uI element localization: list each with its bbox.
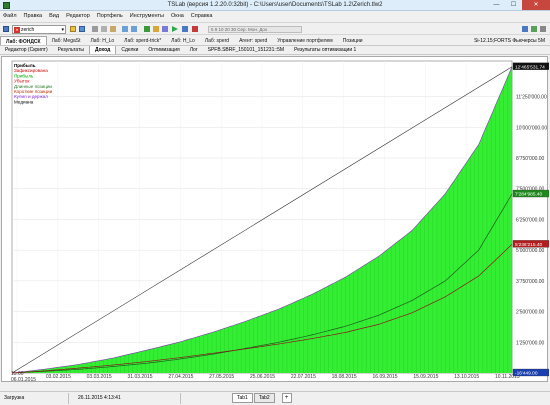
tab-lab-sperd-trick[interactable]: Лаб: sperd-trick* xyxy=(119,36,166,45)
tab-trades[interactable]: Сделки xyxy=(116,46,143,54)
toolbar-right xyxy=(522,26,546,32)
optimize-icon[interactable] xyxy=(162,26,168,32)
script-select-value: zerich xyxy=(21,27,35,33)
script-error-icon: × xyxy=(14,27,20,33)
x-tick-label: 03.03.2015 xyxy=(87,374,112,380)
tab-lab-fondsk[interactable]: Лаб: ФОНДСК xyxy=(0,36,47,45)
status-divider xyxy=(68,393,69,404)
stop-icon[interactable] xyxy=(192,26,198,32)
paste-icon[interactable] xyxy=(110,26,116,32)
copy-icon[interactable] xyxy=(101,26,107,32)
layout-icon[interactable] xyxy=(522,26,528,32)
step-icon[interactable] xyxy=(182,26,188,32)
save-icon[interactable] xyxy=(79,26,85,32)
tab-positions[interactable]: Позиции xyxy=(338,36,368,45)
x-tick-label: 22.07.2015 xyxy=(291,374,316,380)
cut-icon[interactable] xyxy=(92,26,98,32)
tab-lab-megast[interactable]: Лаб: MegaSt xyxy=(47,36,86,45)
new-icon[interactable] xyxy=(3,26,9,32)
tab-optimization[interactable]: Оптимизация xyxy=(143,46,184,54)
bottom-tabs: Tab1 Tab2 + xyxy=(232,393,292,403)
menu-editor[interactable]: Редактор xyxy=(66,12,90,21)
x-tick-label: 18.08.2015 xyxy=(332,374,357,380)
instrument-status: Si-12.15;FORTS Фьючерсы 5M xyxy=(474,38,545,44)
tab-optimization-results[interactable]: Результаты оптимизации 1 xyxy=(289,46,361,54)
lab-tabs: Лаб: ФОНДСК Лаб: MegaSt Лаб: H_Lo Лаб: s… xyxy=(0,36,550,46)
y-tick-label: 10'000'000.00 xyxy=(516,125,547,131)
open-icon[interactable] xyxy=(70,26,76,32)
redo-icon[interactable] xyxy=(131,26,137,32)
status-state: Загрузка xyxy=(4,395,25,401)
zero-badge-label: -16'449.00 xyxy=(515,371,538,377)
window-title: TSLab (версия 1.2.20.0:32bit) - C:\Users… xyxy=(167,2,383,8)
y-tick-label: 3'750'000.00 xyxy=(516,279,545,285)
menu-windows[interactable]: Окна xyxy=(171,12,184,21)
tab-agent-sperd[interactable]: Агент: sperd xyxy=(234,36,272,45)
tab-income[interactable]: Доход xyxy=(88,46,117,54)
menu-help[interactable]: Справка xyxy=(191,12,213,21)
long-badge-label: 7'284'985.40 xyxy=(515,192,543,198)
sub-tabs: Редактор (Скрипт) Результаты Доход Сделк… xyxy=(0,46,550,55)
script-select[interactable]: × zerich ▾ xyxy=(12,25,66,34)
tab-instrument-chart[interactable]: SPFB.SBRF_150101_151231::5M xyxy=(203,46,289,54)
close-button[interactable]: ✕ xyxy=(522,0,550,10)
tab-portfolio-management[interactable]: Управление портфелем xyxy=(272,36,338,45)
tab-script-editor[interactable]: Редактор (Скрипт) xyxy=(0,46,53,54)
undo-icon[interactable] xyxy=(122,26,128,32)
equity-chart-panel[interactable]: 1'250'000.00 2'500'000.00 3'750'000.00 5'00… xyxy=(1,56,549,383)
window-icon[interactable] xyxy=(531,26,537,32)
status-bar: Загрузка 26.11.2015 4:13:41 Tab1 Tab2 + xyxy=(0,391,550,405)
x-tick-label: 15.09.2015 xyxy=(413,374,438,380)
x-tick-label: 06.01.2015 xyxy=(11,377,36,383)
y-tick-label: 6'250'000.00 xyxy=(516,217,545,223)
tab-lab-h-lo[interactable]: Лаб: H_Lo xyxy=(86,36,120,45)
y-tick-label: 11'250'000.00 xyxy=(516,95,547,101)
status-datetime: 26.11.2015 4:13:41 xyxy=(78,395,121,401)
tab-lab-h-lo-2[interactable]: Лаб: H_Lo xyxy=(166,36,200,45)
chevron-down-icon: ▾ xyxy=(61,27,64,33)
add-tab-button[interactable]: + xyxy=(281,393,292,403)
profit-badge-label: 12'465'531.74 xyxy=(515,64,545,70)
menu-file[interactable]: Файл xyxy=(3,12,17,21)
menu-edit[interactable]: Правка xyxy=(24,12,43,21)
x-tick-label: 13.10.2015 xyxy=(454,374,479,380)
maximize-button[interactable]: ☐ xyxy=(505,0,522,10)
options-icon[interactable] xyxy=(540,26,546,32)
menu-view[interactable]: Вид xyxy=(49,12,59,21)
y-tick-label: 8'750'000.00 xyxy=(516,156,545,162)
x-tick-label: 16.09.2015 xyxy=(373,374,398,380)
x-tick-label: 27.05.2015 xyxy=(209,374,234,380)
window-controls: — ☐ ✕ xyxy=(488,0,550,11)
menu-tools[interactable]: Инструменты xyxy=(130,12,164,21)
title-bar: TSLab (версия 1.2.20.0:32bit) - C:\Users… xyxy=(0,0,550,11)
y-tick-label: 2'500'000.00 xyxy=(516,310,545,316)
menu-portfolio[interactable]: Портфель xyxy=(97,12,123,21)
tab-lab-sperd[interactable]: Лаб: sperd xyxy=(200,36,234,45)
y-tick-label: 1'250'000.00 xyxy=(516,340,545,346)
equity-chart[interactable]: 1'250'000.00 2'500'000.00 3'750'000.00 5'00… xyxy=(2,57,549,383)
play-icon[interactable] xyxy=(172,26,178,32)
optimization-params[interactable]: 5 9 10 20 30 Сер. Мон. Дох xyxy=(208,26,302,33)
settings-icon[interactable] xyxy=(153,26,159,32)
tab-tab1[interactable]: Tab1 xyxy=(232,393,253,403)
tab-tab2[interactable]: Tab2 xyxy=(253,393,275,403)
tab-results[interactable]: Результаты xyxy=(53,46,89,54)
minimize-button[interactable]: — xyxy=(488,0,505,10)
y-tick-label: 5'000'000.00 xyxy=(516,248,545,254)
x-tick-label: 25.06.2015 xyxy=(250,374,275,380)
legend-item[interactable]: Прибыль xyxy=(14,62,36,68)
chart-icon[interactable] xyxy=(144,26,150,32)
toolbar: × zerich ▾ 5 9 10 20 30 Сер. Мон. Дох xyxy=(0,22,550,35)
x-tick-label: 27.04.2015 xyxy=(168,374,193,380)
status-divider xyxy=(180,393,181,404)
tab-log[interactable]: Лог xyxy=(185,46,203,54)
short-badge-label: 5'236'215.40 xyxy=(515,242,543,248)
x-tick-label: 03.02.2015 xyxy=(46,374,71,380)
x-tick-label: 31.03.2015 xyxy=(128,374,153,380)
menu-bar: Файл Правка Вид Редактор Портфель Инстру… xyxy=(0,12,550,21)
legend-item[interactable]: Медиана xyxy=(14,99,34,104)
